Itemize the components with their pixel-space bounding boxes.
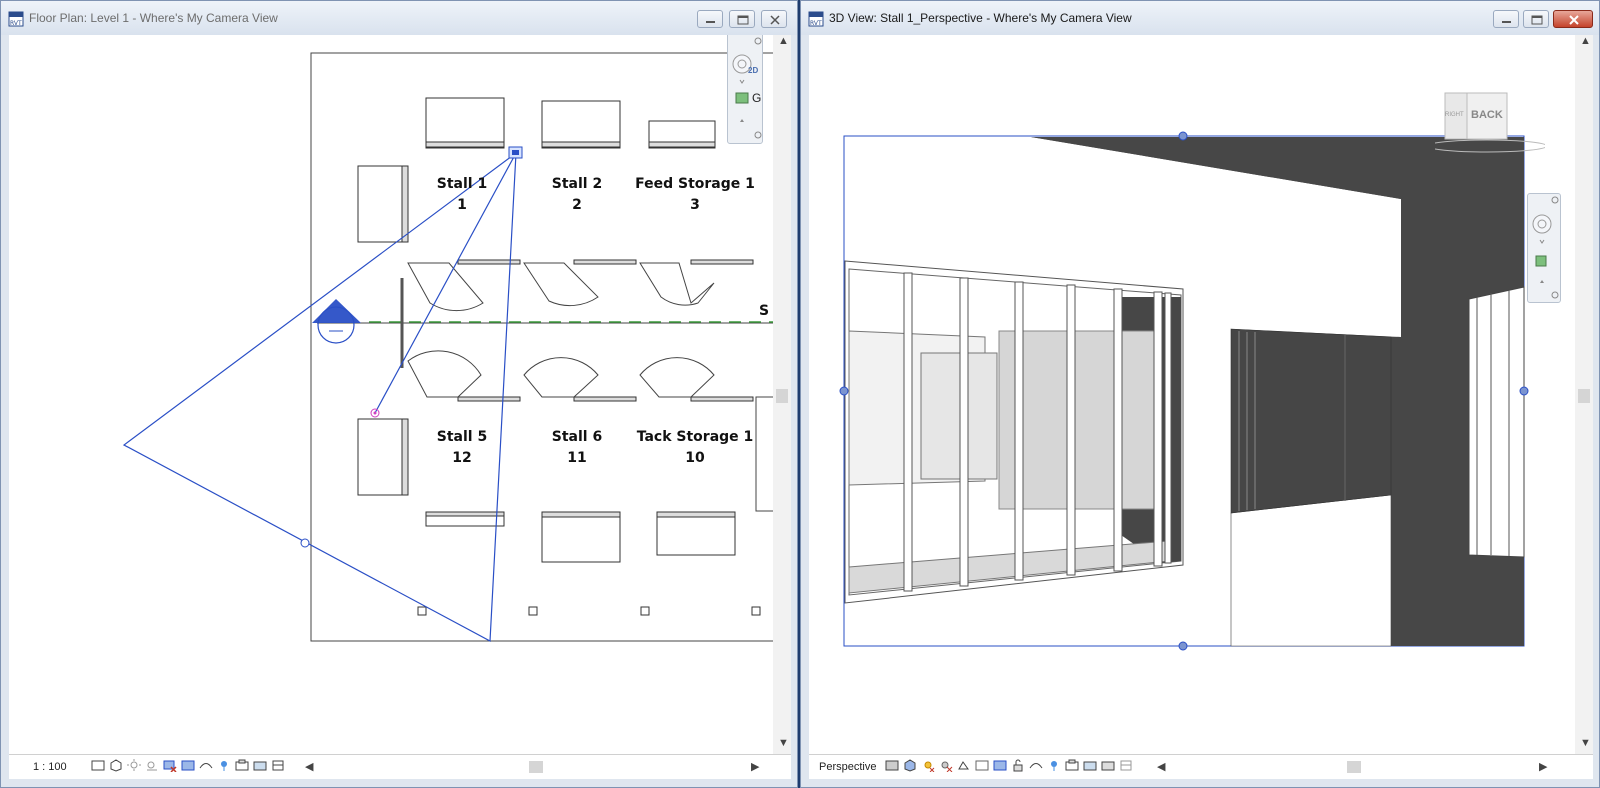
detail-level-icon[interactable]	[91, 759, 105, 772]
3d-view-canvas[interactable]: BACK RIGHT	[809, 35, 1575, 755]
viewcube-icon	[1435, 92, 1545, 153]
view-control-icons	[91, 759, 285, 772]
scroll-left-icon[interactable]: ◀	[1157, 760, 1165, 773]
reveal-constraints-icon[interactable]	[271, 759, 285, 772]
vertical-scroll-thumb[interactable]	[776, 389, 788, 403]
minimize-button[interactable]	[1493, 10, 1519, 28]
minimize-button[interactable]	[697, 10, 723, 28]
room-label-name: Stall 5	[436, 429, 488, 445]
horizontal-scrollbar[interactable]: ◀ ▶	[1157, 759, 1553, 775]
room-label-number: 10	[685, 450, 705, 466]
viewcube-side-label[interactable]: RIGHT	[1445, 112, 1464, 118]
steering-wheel-icon[interactable]	[1528, 194, 1560, 302]
nav-2d-label: 2D	[748, 66, 759, 75]
visual-style-icon[interactable]	[885, 759, 899, 772]
show-crop-icon[interactable]	[993, 759, 1007, 772]
revit-document-icon: RVT	[808, 11, 824, 27]
svg-text:RVT: RVT	[10, 20, 22, 27]
svg-text:RVT: RVT	[810, 20, 822, 27]
room-label-number: 1	[457, 197, 467, 213]
show-crop-icon[interactable]	[181, 759, 195, 772]
floor-plan-drawing	[122, 52, 775, 642]
crop-view-icon[interactable]	[163, 759, 177, 772]
room-label-name: Tack Storage 1	[636, 429, 754, 445]
floor-plan-titlebar[interactable]: RVT Floor Plan: Level 1 - Where's My Cam…	[1, 1, 797, 35]
nav-zoom-label: G	[752, 91, 762, 105]
vertical-scrollbar[interactable]: ▲ ▼	[1575, 35, 1593, 755]
3d-view-titlebar[interactable]: RVT 3D View: Stall 1_Perspective - Where…	[801, 1, 1599, 35]
close-button[interactable]	[761, 10, 787, 28]
unlock-3d-view-icon[interactable]	[1011, 759, 1025, 772]
maximize-button[interactable]	[729, 10, 755, 28]
room-label-number: 12	[452, 450, 472, 466]
visual-style-icon[interactable]	[109, 759, 123, 772]
scroll-down-icon[interactable]: ▼	[1580, 737, 1591, 749]
temporary-hide-icon[interactable]	[1029, 759, 1043, 772]
render-icon[interactable]	[957, 759, 971, 772]
reveal-constraints-icon[interactable]	[1119, 759, 1133, 772]
analysis-display-icon[interactable]	[1101, 759, 1115, 772]
maximize-button[interactable]	[1523, 10, 1549, 28]
floor-plan-title: Floor Plan: Level 1 - Where's My Camera …	[29, 11, 278, 25]
crop-view-icon[interactable]	[975, 759, 989, 772]
view-control-icons	[885, 759, 1133, 772]
view-scale[interactable]: 1 : 100	[33, 761, 67, 773]
shadows-icon[interactable]	[145, 759, 159, 772]
horizontal-scroll-thumb[interactable]	[1347, 761, 1361, 773]
shadows-icon[interactable]	[939, 759, 953, 772]
scroll-right-icon[interactable]: ▶	[751, 760, 759, 773]
revit-document-icon: RVT	[8, 11, 24, 27]
viewcube-face-label[interactable]: BACK	[1471, 109, 1503, 121]
reveal-hidden-icon[interactable]	[217, 759, 231, 772]
3d-view-window: RVT 3D View: Stall 1_Perspective - Where…	[800, 0, 1600, 788]
view-control-bar: 1 : 100 ◀ ▶	[9, 754, 791, 779]
design-options-icon[interactable]	[253, 759, 267, 772]
sun-path-icon[interactable]	[921, 759, 935, 772]
design-options-icon[interactable]	[1083, 759, 1097, 772]
view-mode-label[interactable]: Perspective	[819, 761, 876, 773]
sun-path-icon[interactable]	[127, 759, 141, 772]
room-label-name: Feed Storage 1	[635, 176, 755, 192]
floor-plan-canvas[interactable]: Stall 1 1 Stall 2 2 Feed Storage 1 3 Sta…	[9, 35, 775, 755]
view-control-bar: Perspective ◀ ▶	[809, 754, 1593, 779]
room-label-number: 3	[690, 197, 700, 213]
vertical-scrollbar[interactable]: ▲ ▼	[773, 35, 791, 755]
worksharing-icon[interactable]	[235, 759, 249, 772]
scroll-down-icon[interactable]: ▼	[778, 737, 789, 749]
room-label-name: Stall 2	[551, 176, 603, 192]
room-label-name: Stall 6	[551, 429, 603, 445]
room-label-partial: S	[759, 303, 770, 319]
scroll-left-icon[interactable]: ◀	[305, 760, 313, 773]
room-label-number: 2	[572, 197, 582, 213]
scroll-up-icon[interactable]: ▲	[778, 35, 789, 47]
close-button[interactable]	[1553, 10, 1593, 28]
viewcube[interactable]: BACK RIGHT	[1435, 91, 1545, 153]
room-label-number: 11	[567, 450, 587, 466]
navigation-bar	[1527, 193, 1561, 303]
floor-plan-window: RVT Floor Plan: Level 1 - Where's My Cam…	[0, 0, 798, 788]
reveal-hidden-icon[interactable]	[1047, 759, 1061, 772]
horizontal-scroll-thumb[interactable]	[529, 761, 543, 773]
scroll-up-icon[interactable]: ▲	[1580, 35, 1591, 47]
scroll-right-icon[interactable]: ▶	[1539, 760, 1547, 773]
worksharing-icon[interactable]	[1065, 759, 1079, 772]
navigation-bar: 2D G	[727, 35, 763, 144]
vertical-scroll-thumb[interactable]	[1578, 389, 1590, 403]
graphic-display-icon[interactable]	[903, 759, 917, 772]
horizontal-scrollbar[interactable]: ◀ ▶	[305, 759, 765, 775]
room-label-name: Stall 1	[436, 176, 488, 192]
steering-wheel-icon[interactable]	[728, 35, 762, 143]
3d-view-title: 3D View: Stall 1_Perspective - Where's M…	[829, 11, 1132, 25]
temporary-hide-icon[interactable]	[199, 759, 213, 772]
